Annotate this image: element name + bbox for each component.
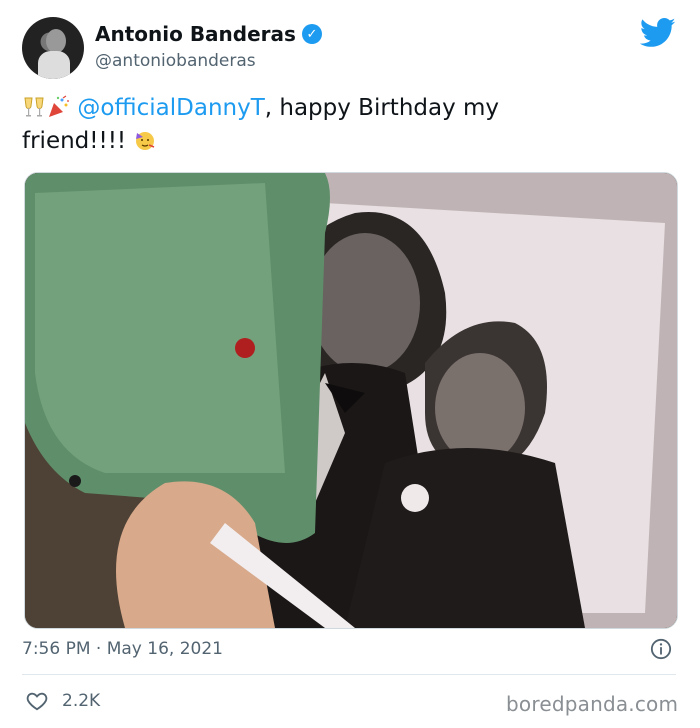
info-icon[interactable] bbox=[650, 638, 672, 660]
author-handle[interactable]: @antoniobanderas bbox=[95, 51, 256, 71]
heart-icon[interactable] bbox=[26, 690, 48, 712]
like-count: 2.2K bbox=[62, 691, 101, 711]
tweet-text-part1: , happy Birthday my bbox=[264, 95, 500, 121]
watermark: boredpanda.com bbox=[506, 692, 679, 716]
twitter-bird-icon bbox=[640, 18, 676, 47]
like-row[interactable]: 2.2K bbox=[26, 690, 100, 712]
display-name[interactable]: Antonio Banderas bbox=[95, 22, 296, 46]
partying-face-emoji bbox=[136, 132, 155, 150]
avatar[interactable] bbox=[22, 17, 84, 79]
mention-link[interactable]: @officialDannyT bbox=[77, 95, 264, 121]
two-men-in-tuxedos-photo[interactable] bbox=[24, 172, 678, 629]
tweet-text-part2: friend!!!! bbox=[22, 128, 134, 154]
avatar-shirt bbox=[38, 51, 70, 79]
clinking-glasses-emoji bbox=[24, 97, 44, 117]
tweet-timestamp[interactable]: 7:56 PM · May 16, 2021 bbox=[22, 639, 223, 659]
avatar-face bbox=[46, 29, 66, 53]
verified-badge-icon: ✓ bbox=[301, 24, 322, 44]
author-name-row: Antonio Banderas ✓ bbox=[95, 22, 322, 46]
divider bbox=[22, 674, 676, 675]
party-popper-emoji bbox=[49, 95, 69, 117]
tweet-text: @officialDannyT, happy Birthday my frien… bbox=[22, 92, 672, 158]
